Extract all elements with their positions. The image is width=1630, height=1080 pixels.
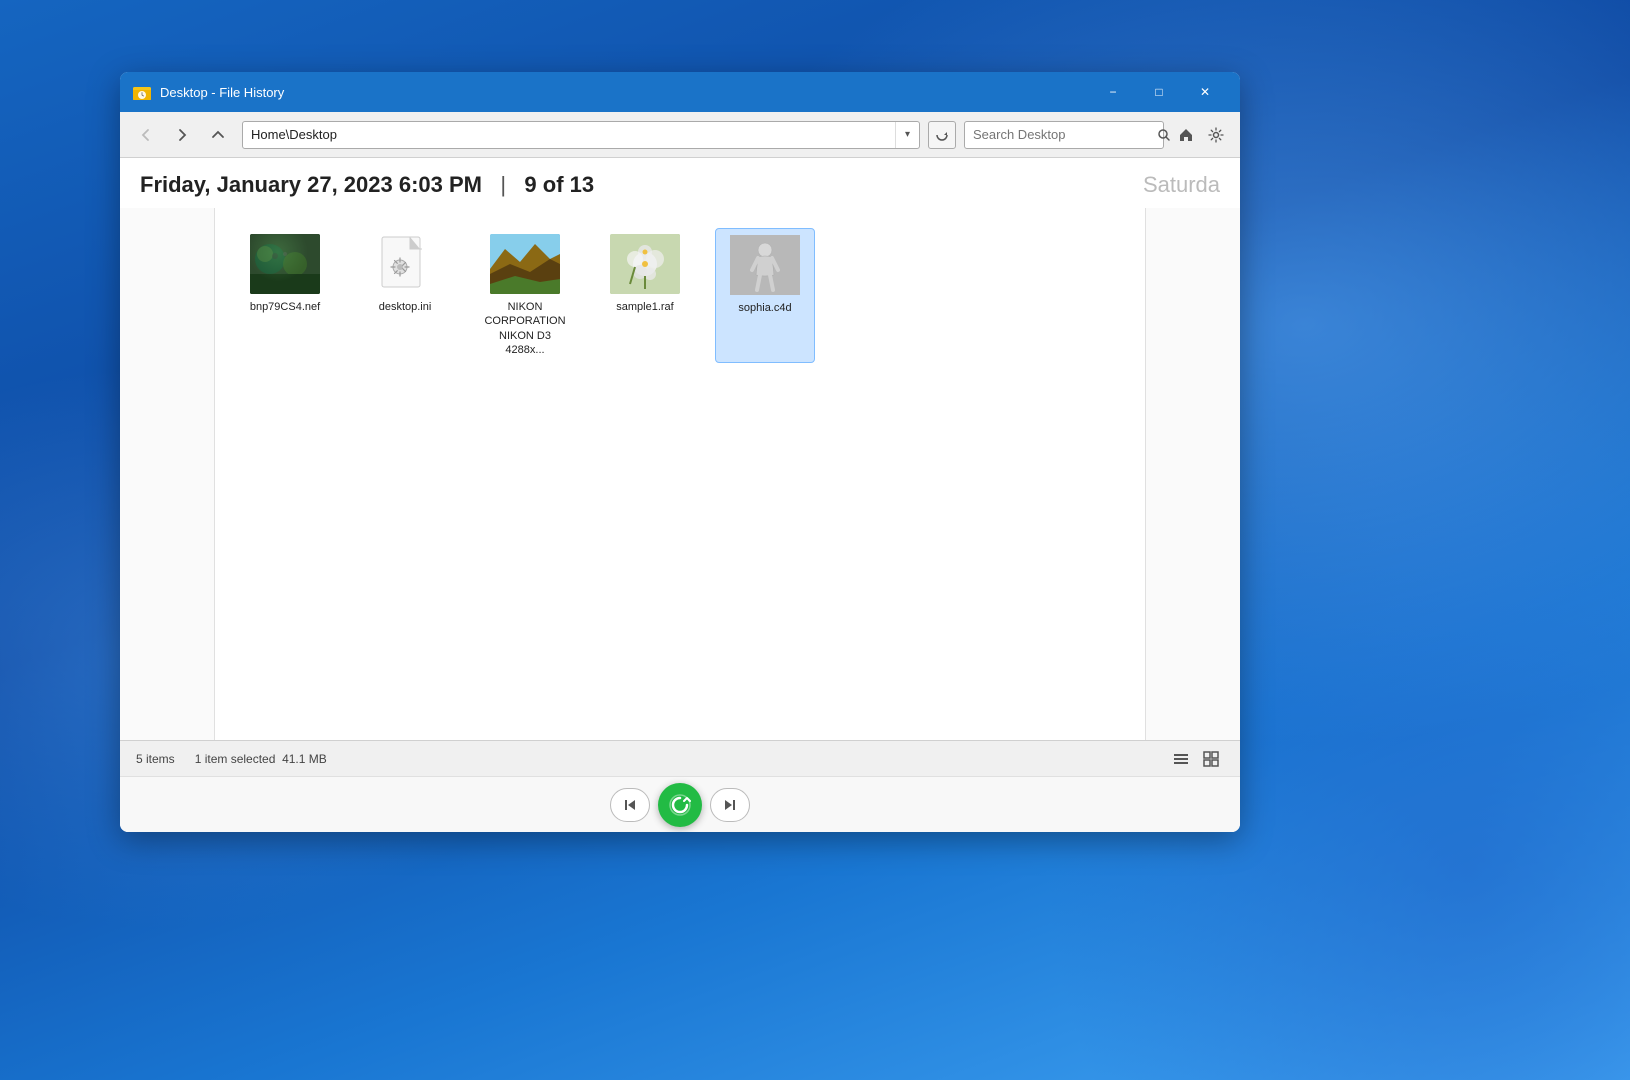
toolbar: ▾: [120, 112, 1240, 158]
bottom-controls: [120, 776, 1240, 832]
files-area: bnp79CS4.nef: [215, 208, 1145, 740]
content-area: bnp79CS4.nef: [120, 208, 1240, 740]
forward-icon: [175, 128, 189, 142]
up-icon: [211, 128, 225, 142]
thumbnail-nikon: [490, 234, 560, 294]
thumbnail-bnp79cs4: [250, 234, 320, 294]
file-item-nikon[interactable]: NIKON CORPORATION NIKON D3 4288x...: [475, 228, 575, 363]
refresh-button[interactable]: [928, 121, 956, 149]
selected-info: 1 item selected 41.1 MB: [195, 752, 327, 766]
status-bar: 5 items 1 item selected 41.1 MB: [120, 740, 1240, 776]
list-view-icon: [1173, 751, 1189, 767]
left-panel: [120, 208, 215, 740]
restore-button[interactable]: [658, 783, 702, 827]
tile-view-button[interactable]: [1198, 747, 1224, 771]
up-button[interactable]: [202, 121, 234, 149]
file-name-bnp79cs4: bnp79CS4.nef: [250, 300, 320, 314]
search-input[interactable]: [965, 127, 1157, 142]
thumbnail-sophia: [730, 235, 800, 295]
file-item-bnp79cs4[interactable]: bnp79CS4.nef: [235, 228, 335, 363]
address-dropdown-button[interactable]: ▾: [895, 122, 919, 148]
forward-button[interactable]: [166, 121, 198, 149]
skip-end-icon: [724, 799, 736, 811]
file-name-desktop-ini: desktop.ini: [379, 300, 432, 314]
settings-icon: [1208, 127, 1224, 143]
date-header: Friday, January 27, 2023 6:03 PM | 9 of …: [120, 158, 1240, 208]
file-item-desktop-ini[interactable]: desktop.ini: [355, 228, 455, 363]
current-date: Friday, January 27, 2023 6:03 PM | 9 of …: [140, 172, 594, 198]
list-view-button[interactable]: [1168, 747, 1194, 771]
address-bar-container: ▾: [242, 121, 920, 149]
file-name-nikon: NIKON CORPORATION NIKON D3 4288x...: [481, 300, 569, 357]
search-button[interactable]: [1157, 122, 1171, 148]
thumbnail-sample1: [610, 234, 680, 294]
home-button[interactable]: [1172, 121, 1200, 149]
right-panel: [1145, 208, 1240, 740]
file-name-sample1: sample1.raf: [616, 300, 673, 314]
items-count: 5 items: [136, 752, 175, 766]
view-controls: [1168, 747, 1224, 771]
address-input[interactable]: [243, 127, 895, 142]
title-bar-controls: − □ ✕: [1090, 76, 1228, 108]
search-container: [964, 121, 1164, 149]
back-button[interactable]: [130, 121, 162, 149]
file-history-icon: [132, 82, 152, 102]
search-icon: [1157, 128, 1171, 142]
home-icon: [1178, 127, 1194, 143]
file-history-window: Desktop - File History − □ ✕ ▾: [120, 72, 1240, 832]
minimize-button[interactable]: −: [1090, 76, 1136, 108]
files-grid: bnp79CS4.nef: [235, 228, 1125, 363]
close-button[interactable]: ✕: [1182, 76, 1228, 108]
skip-start-icon: [624, 799, 636, 811]
file-item-sophia[interactable]: sophia.c4d: [715, 228, 815, 363]
next-date: Saturda: [1143, 172, 1220, 198]
maximize-button[interactable]: □: [1136, 76, 1182, 108]
toolbar-icons: [1172, 121, 1230, 149]
refresh-icon: [935, 128, 949, 142]
thumbnail-desktop-ini: [370, 234, 440, 294]
title-bar: Desktop - File History − □ ✕: [120, 72, 1240, 112]
tile-view-icon: [1203, 751, 1219, 767]
window-title: Desktop - File History: [160, 85, 1090, 100]
restore-icon: [669, 794, 691, 816]
back-icon: [139, 128, 153, 142]
file-item-sample1[interactable]: sample1.raf: [595, 228, 695, 363]
next-button[interactable]: [710, 788, 750, 822]
previous-button[interactable]: [610, 788, 650, 822]
settings-button[interactable]: [1202, 121, 1230, 149]
file-name-sophia: sophia.c4d: [738, 301, 791, 315]
